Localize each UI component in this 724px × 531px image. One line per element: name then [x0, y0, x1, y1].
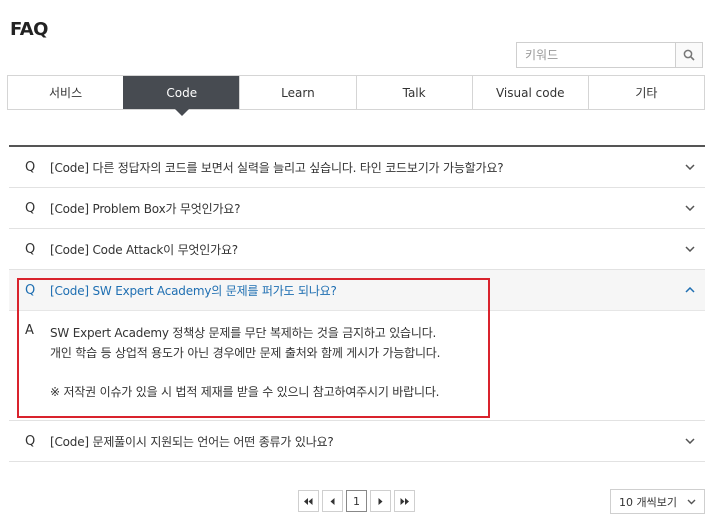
per-page-select[interactable]: 10 개씩보기 [610, 489, 705, 514]
faq-question-row[interactable]: Q [Code] Problem Box가 무엇인가요? [9, 188, 705, 228]
question-mark: Q [25, 241, 36, 257]
tab-talk[interactable]: Talk [355, 76, 472, 109]
chevron-down-icon[interactable] [675, 246, 705, 252]
search-button[interactable] [675, 43, 702, 67]
search-icon [683, 49, 695, 61]
faq-list: Q [Code] 다른 정답자의 코드를 보면서 실력을 늘리고 싶습니다. 타… [9, 145, 705, 462]
pagination: 1 [298, 490, 415, 512]
prev-page-button[interactable] [322, 490, 343, 512]
question-mark: Q [25, 433, 36, 449]
answer-mark: A [25, 323, 34, 338]
right-arrow-icon [378, 497, 383, 505]
double-right-arrow-icon [400, 497, 409, 505]
question-text: [Code] Problem Box가 무엇인가요? [50, 201, 241, 216]
answer-body: SW Expert Academy 정책상 문제를 무단 복제하는 것을 금지하… [50, 323, 705, 402]
question-mark: Q [25, 282, 36, 298]
question-text: [Code] 문제풀이시 지원되는 언어는 어떤 종류가 있나요? [50, 434, 334, 449]
faq-answer: A SW Expert Academy 정책상 문제를 무단 복제하는 것을 금… [9, 310, 705, 420]
answer-note: ※ 저작권 이슈가 있을 시 법적 제재를 받을 수 있으니 참고하여주시기 바… [50, 385, 440, 399]
chevron-down-icon[interactable] [675, 205, 705, 211]
question-text: [Code] Code Attack이 무엇인가요? [50, 242, 238, 257]
tab-service[interactable]: 서비스 [8, 76, 123, 109]
category-tabs: 서비스 Code Learn Talk Visual code 기타 [7, 75, 705, 116]
tab-visual-code[interactable]: Visual code [471, 76, 588, 109]
faq-item: Q [Code] Problem Box가 무엇인가요? [9, 188, 705, 229]
question-mark: Q [25, 200, 36, 216]
chevron-up-icon[interactable] [675, 287, 705, 293]
question-text: [Code] 다른 정답자의 코드를 보면서 실력을 늘리고 싶습니다. 타인 … [50, 160, 504, 175]
chevron-down-icon [687, 499, 696, 504]
faq-question-row[interactable]: Q [Code] 다른 정답자의 코드를 보면서 실력을 늘리고 싶습니다. 타… [9, 147, 705, 187]
page-number-button[interactable]: 1 [346, 490, 367, 512]
chevron-down-icon[interactable] [675, 164, 705, 170]
faq-item-expanded: Q [Code] SW Expert Academy의 문제를 퍼가도 되나요?… [9, 270, 705, 421]
search-box [516, 42, 703, 68]
next-page-button[interactable] [370, 490, 391, 512]
answer-line: 개인 학습 등 상업적 용도가 아닌 경우에만 문제 출처와 함께 게시가 가능… [50, 346, 441, 360]
tab-code[interactable]: Code [123, 76, 240, 116]
faq-question-row[interactable]: Q [Code] Code Attack이 무엇인가요? [9, 229, 705, 269]
faq-question-row[interactable]: Q [Code] 문제풀이시 지원되는 언어는 어떤 종류가 있나요? [9, 421, 705, 461]
tab-etc[interactable]: 기타 [587, 76, 704, 109]
per-page-value: 10 개씩보기 [619, 495, 677, 509]
question-text: [Code] SW Expert Academy의 문제를 퍼가도 되나요? [50, 283, 337, 298]
faq-question-row[interactable]: Q [Code] SW Expert Academy의 문제를 퍼가도 되나요? [9, 270, 705, 310]
answer-line: SW Expert Academy 정책상 문제를 무단 복제하는 것을 금지하… [50, 326, 437, 340]
double-left-arrow-icon [304, 497, 313, 505]
last-page-button[interactable] [394, 490, 415, 512]
search-input[interactable] [517, 43, 675, 67]
faq-item: Q [Code] Code Attack이 무엇인가요? [9, 229, 705, 270]
first-page-button[interactable] [298, 490, 319, 512]
page-title: FAQ [10, 19, 48, 40]
tab-learn[interactable]: Learn [239, 76, 355, 109]
left-arrow-icon [330, 497, 335, 505]
faq-item: Q [Code] 문제풀이시 지원되는 언어는 어떤 종류가 있나요? [9, 421, 705, 462]
question-mark: Q [25, 159, 36, 175]
chevron-down-icon[interactable] [675, 438, 705, 444]
faq-item: Q [Code] 다른 정답자의 코드를 보면서 실력을 늘리고 싶습니다. 타… [9, 147, 705, 188]
